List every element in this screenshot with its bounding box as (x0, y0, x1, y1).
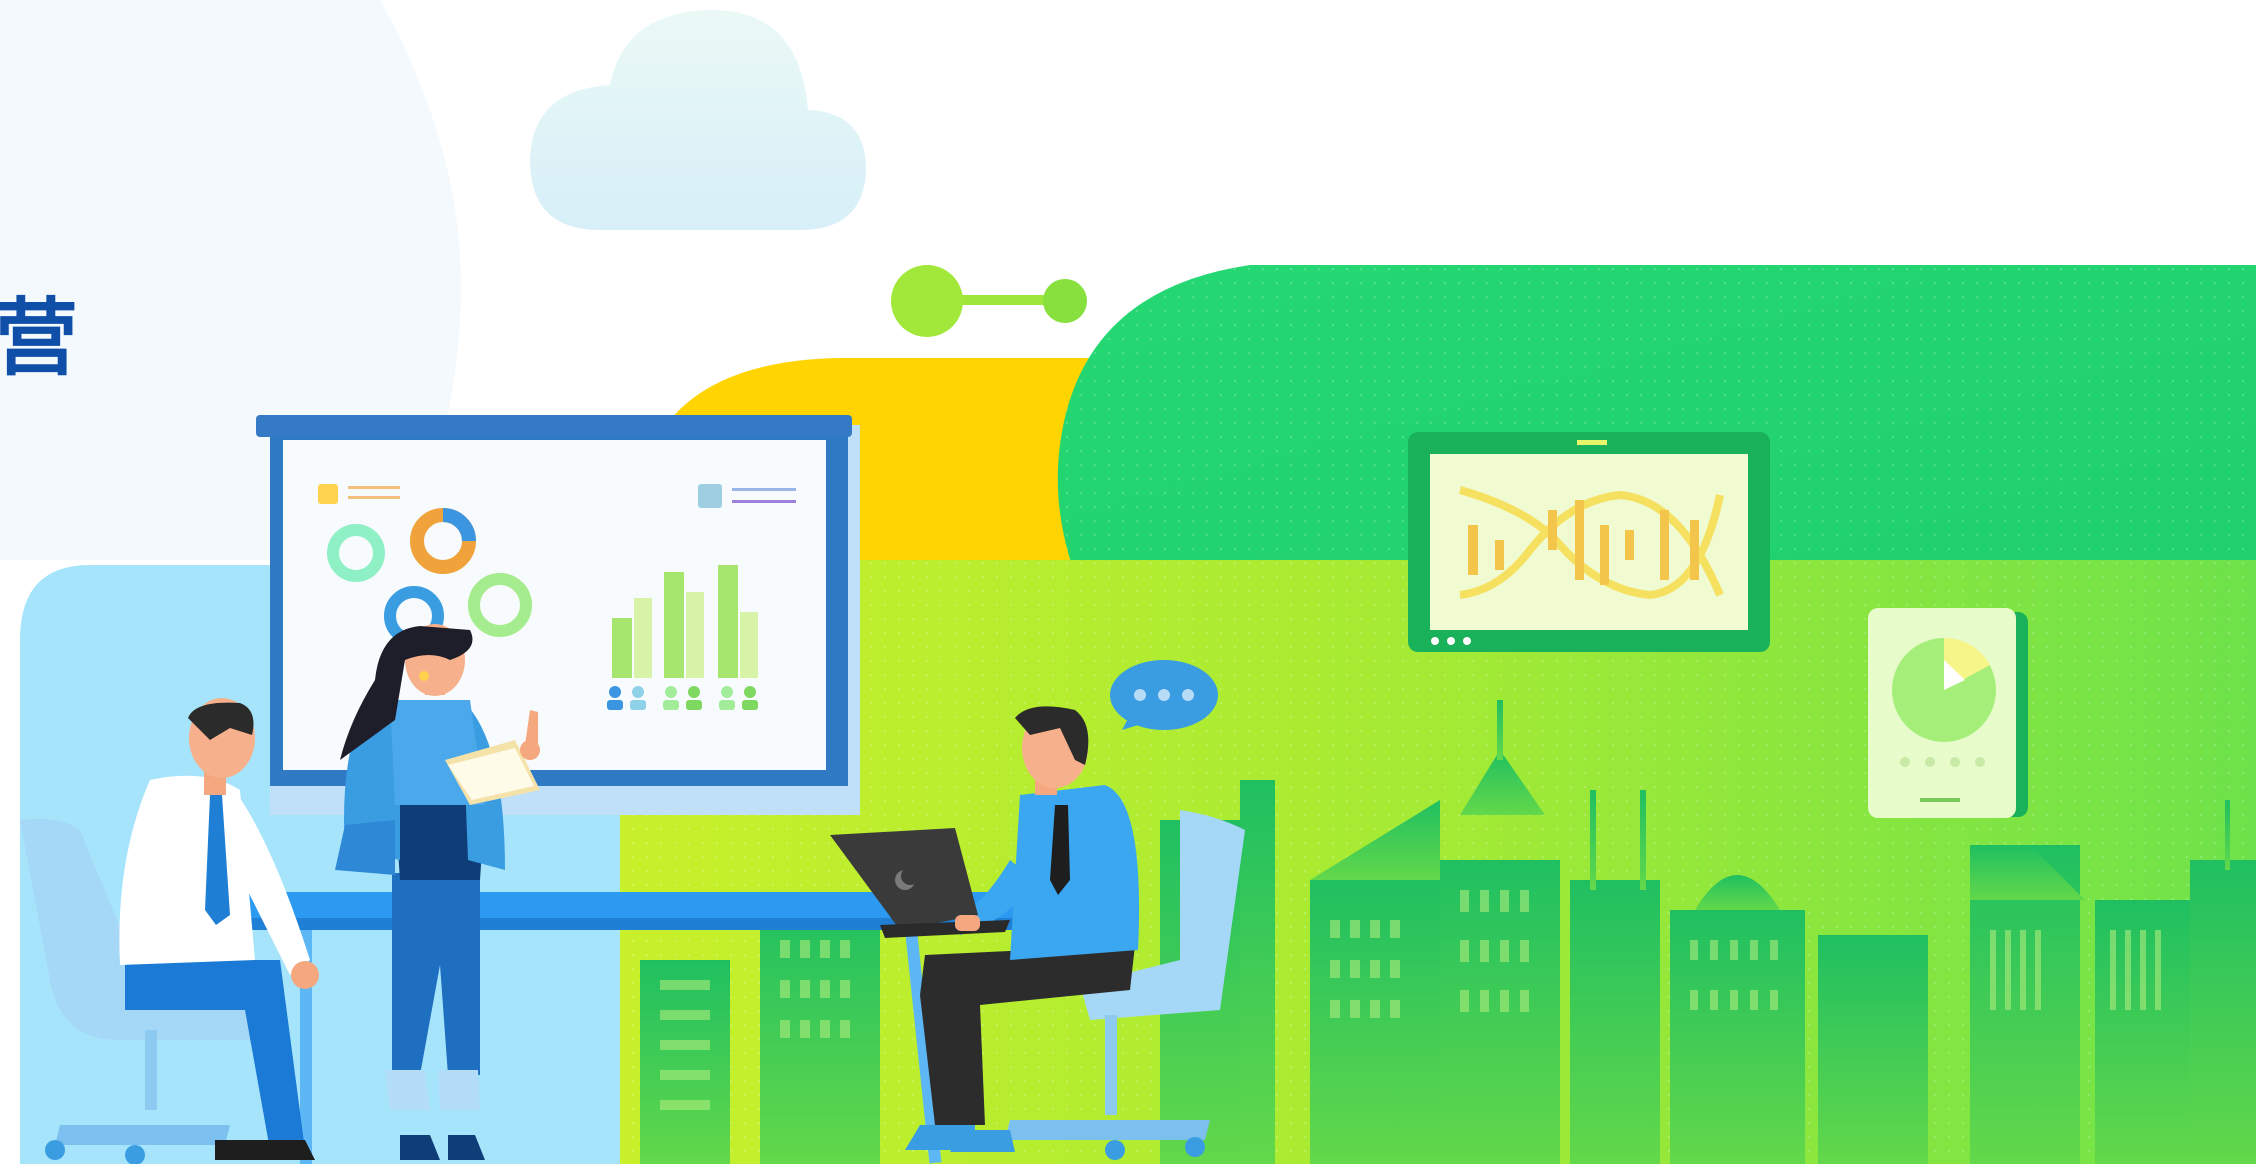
cloud-icon (530, 10, 866, 230)
connector-icon (891, 265, 1087, 337)
dna-screen-icon (1408, 432, 1770, 652)
banner-heading-fragment: 营 (0, 289, 79, 387)
pie-chart-tablet-icon (1868, 608, 2028, 818)
illustration-canvas (0, 0, 2256, 1165)
speech-bubble-icon (1110, 660, 1218, 730)
banner-illustration (0, 0, 2256, 1165)
